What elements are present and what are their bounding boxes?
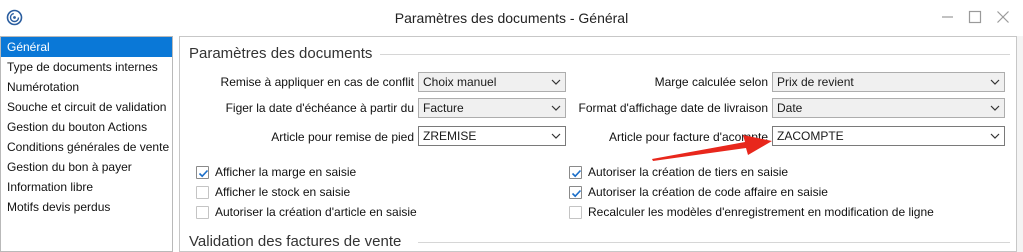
- format-livraison-select[interactable]: Date: [772, 98, 1005, 118]
- sidebar-item-types-documents[interactable]: Type de documents internes: [1, 57, 172, 77]
- marge-calculee-value: Prix de revient: [777, 75, 854, 89]
- checkbox-checked[interactable]: [569, 166, 582, 179]
- check-creation-article-label: Autoriser la création d'article en saisi…: [215, 205, 417, 219]
- label-marge-calculee: Marge calculée selon: [654, 75, 768, 89]
- chevron-down-icon: [990, 79, 1000, 85]
- section-divider: [418, 242, 1010, 243]
- settings-panel: Paramètres des documents Remise à appliq…: [179, 36, 1017, 252]
- section-title-parametres: Paramètres des documents: [189, 45, 373, 62]
- sidebar-nav: Général Type de documents internes Numér…: [0, 36, 173, 252]
- section-title-validation: Validation des factures de vente: [189, 233, 402, 250]
- close-icon[interactable]: [992, 6, 1014, 28]
- label-remise-conflit: Remise à appliquer en cas de conflit: [220, 75, 414, 89]
- marge-calculee-select[interactable]: Prix de revient: [772, 72, 1005, 92]
- sidebar-item-information-libre[interactable]: Information libre: [1, 177, 172, 197]
- sidebar-item-bouton-actions[interactable]: Gestion du bouton Actions: [1, 117, 172, 137]
- check-afficher-marge-label: Afficher la marge en saisie: [215, 165, 357, 179]
- checkbox-checked[interactable]: [196, 166, 209, 179]
- window-title: Paramètres des documents - Général: [394, 10, 629, 26]
- date-echeance-value: Facture: [423, 101, 464, 115]
- check-afficher-stock-label: Afficher le stock en saisie: [215, 185, 351, 199]
- checkmark-icon: [571, 189, 582, 198]
- label-remise-pied: Article pour remise de pied: [271, 130, 414, 144]
- facture-acompte-value: ZACOMPTE: [777, 129, 844, 143]
- remise-conflit-value: Choix manuel: [423, 75, 497, 89]
- facture-acompte-select[interactable]: ZACOMPTE: [772, 126, 1005, 146]
- sidebar-item-general[interactable]: Général: [1, 37, 172, 57]
- sidebar-item-motifs-devis[interactable]: Motifs devis perdus: [1, 197, 172, 217]
- label-date-echeance: Figer la date d'échéance à partir du: [225, 101, 414, 115]
- checkbox-checked[interactable]: [569, 186, 582, 199]
- minimize-icon[interactable]: [937, 6, 959, 28]
- sidebar-item-bon-a-payer[interactable]: Gestion du bon à payer: [1, 157, 172, 177]
- date-echeance-select[interactable]: Facture: [418, 98, 566, 118]
- checkbox-unchecked[interactable]: [569, 206, 582, 219]
- remise-pied-select[interactable]: ZREMISE: [418, 126, 566, 146]
- sidebar-item-numerotation[interactable]: Numérotation: [1, 77, 172, 97]
- title-bar: Paramètres des documents - Général: [0, 0, 1023, 34]
- chevron-down-icon: [990, 133, 1000, 139]
- chevron-down-icon: [990, 105, 1000, 111]
- sidebar-item-souche-circuit[interactable]: Souche et circuit de validation: [1, 97, 172, 117]
- checkmark-icon: [198, 169, 209, 178]
- checkbox-unchecked[interactable]: [196, 186, 209, 199]
- check-code-affaire-label: Autoriser la création de code affaire en…: [588, 185, 828, 199]
- sidebar-item-conditions-vente[interactable]: Conditions générales de vente: [1, 137, 172, 157]
- format-livraison-value: Date: [777, 101, 803, 115]
- checkbox-unchecked[interactable]: [196, 206, 209, 219]
- checkmark-icon: [571, 169, 582, 178]
- remise-pied-value: ZREMISE: [423, 129, 477, 143]
- check-recalculer-modeles-label: Recalculer les modèles d'enregistrement …: [588, 205, 934, 219]
- maximize-icon[interactable]: [964, 6, 986, 28]
- check-creation-tiers-label: Autoriser la création de tiers en saisie: [588, 165, 789, 179]
- remise-conflit-select[interactable]: Choix manuel: [418, 72, 566, 92]
- label-format-livraison: Format d'affichage date de livraison: [578, 101, 768, 115]
- annotation-arrow-icon: [652, 135, 772, 161]
- vertical-scrollbar[interactable]: [1017, 36, 1023, 252]
- section-divider: [380, 54, 1010, 55]
